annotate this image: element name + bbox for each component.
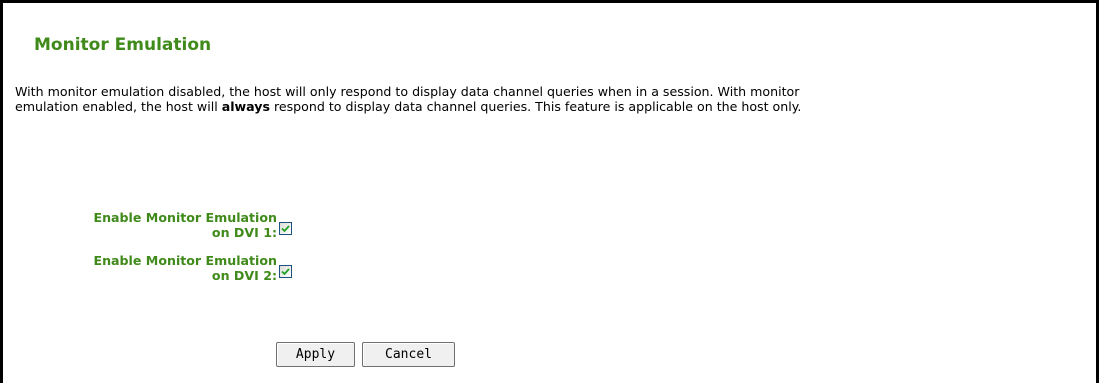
description-line2-end: respond to display data channel queries.… [269,99,802,114]
monitor-emulation-dvi-1-checkbox[interactable] [279,222,292,235]
setting-label-dvi-1-line2: on DVI 1: [211,225,277,240]
cancel-button[interactable]: Cancel [362,342,455,367]
setting-label-dvi-2-line1: Enable Monitor Emulation [93,253,277,268]
setting-label-dvi-1: Enable Monitor Emulation on DVI 1: [17,210,277,240]
apply-button[interactable]: Apply [276,342,355,367]
setting-label-dvi-2: Enable Monitor Emulation on DVI 2: [17,253,277,283]
settings-panel: Monitor Emulation With monitor emulation… [0,0,1099,383]
setting-label-dvi-1-line1: Enable Monitor Emulation [93,210,277,225]
checkmark-icon [281,268,290,276]
checkmark-icon [281,225,290,233]
description-line1: With monitor emulation disabled, the hos… [15,84,800,99]
description-line2-start: emulation enabled, the host will [15,99,222,114]
description-emphasis: always [221,99,270,114]
setting-row-dvi-1: Enable Monitor Emulation on DVI 1: [3,210,403,244]
setting-label-dvi-2-line2: on DVI 2: [211,268,277,283]
monitor-emulation-dvi-2-checkbox[interactable] [279,265,292,278]
description-text: With monitor emulation disabled, the hos… [15,84,1095,114]
page-title: Monitor Emulation [34,35,212,55]
setting-row-dvi-2: Enable Monitor Emulation on DVI 2: [3,253,403,287]
